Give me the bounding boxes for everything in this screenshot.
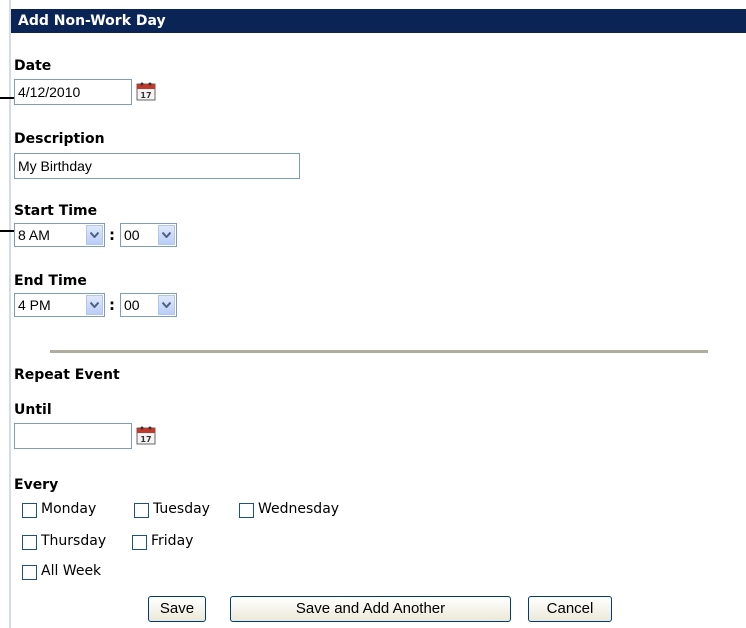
- chevron-down-icon[interactable]: [86, 295, 103, 315]
- chevron-down-icon[interactable]: [158, 295, 175, 315]
- date-value: 4/12/2010: [18, 84, 81, 100]
- section-divider: [50, 350, 708, 353]
- thursday-label: Thursday: [41, 533, 107, 549]
- calendar-icon[interactable]: 17: [134, 423, 158, 447]
- save-button[interactable]: Save: [148, 596, 206, 622]
- tuesday-label: Tuesday: [153, 501, 210, 517]
- wednesday-checkbox[interactable]: [239, 503, 254, 518]
- description-label: Description: [14, 131, 105, 147]
- svg-text:17: 17: [140, 91, 151, 100]
- chevron-down-icon[interactable]: [158, 225, 175, 245]
- calendar-icon[interactable]: 17: [134, 79, 158, 103]
- monday-label: Monday: [41, 501, 97, 517]
- start-minute-select[interactable]: 00: [120, 223, 177, 247]
- chevron-down-icon[interactable]: [86, 225, 103, 245]
- save-and-add-another-button[interactable]: Save and Add Another: [230, 596, 511, 622]
- every-label: Every: [14, 477, 59, 493]
- monday-checkbox[interactable]: [22, 503, 37, 518]
- until-date-field[interactable]: [14, 423, 132, 449]
- end-minute-select[interactable]: 00: [120, 293, 177, 317]
- time-separator: :: [109, 226, 115, 244]
- time-separator: :: [109, 296, 115, 314]
- end-hour-select[interactable]: 4 PM: [14, 293, 105, 317]
- start-time-label: Start Time: [14, 203, 98, 219]
- friday-label: Friday: [151, 533, 194, 549]
- all-week-checkbox[interactable]: [22, 565, 37, 580]
- end-time-label: End Time: [14, 273, 87, 289]
- until-label: Until: [14, 402, 52, 418]
- thursday-checkbox[interactable]: [22, 535, 37, 550]
- dialog-title-bar: Add Non-Work Day: [11, 9, 746, 33]
- description-field[interactable]: My Birthday: [14, 153, 300, 179]
- pointer-line-start-time: [0, 230, 14, 232]
- date-field[interactable]: 4/12/2010: [14, 79, 132, 105]
- start-hour-value: 8 AM: [18, 227, 50, 243]
- all-week-label: All Week: [41, 563, 102, 579]
- left-border: [9, 0, 11, 628]
- wednesday-label: Wednesday: [258, 501, 340, 517]
- svg-text:17: 17: [140, 435, 151, 444]
- start-minute-value: 00: [124, 227, 140, 243]
- date-label: Date: [14, 58, 52, 74]
- description-value: My Birthday: [18, 158, 92, 174]
- end-minute-value: 00: [124, 297, 140, 313]
- end-hour-value: 4 PM: [18, 297, 51, 313]
- repeat-event-heading: Repeat Event: [14, 367, 120, 383]
- start-hour-select[interactable]: 8 AM: [14, 223, 105, 247]
- cancel-button[interactable]: Cancel: [528, 596, 612, 622]
- pointer-line-date: [0, 97, 14, 99]
- tuesday-checkbox[interactable]: [134, 503, 149, 518]
- dialog-title: Add Non-Work Day: [18, 13, 166, 29]
- friday-checkbox[interactable]: [132, 535, 147, 550]
